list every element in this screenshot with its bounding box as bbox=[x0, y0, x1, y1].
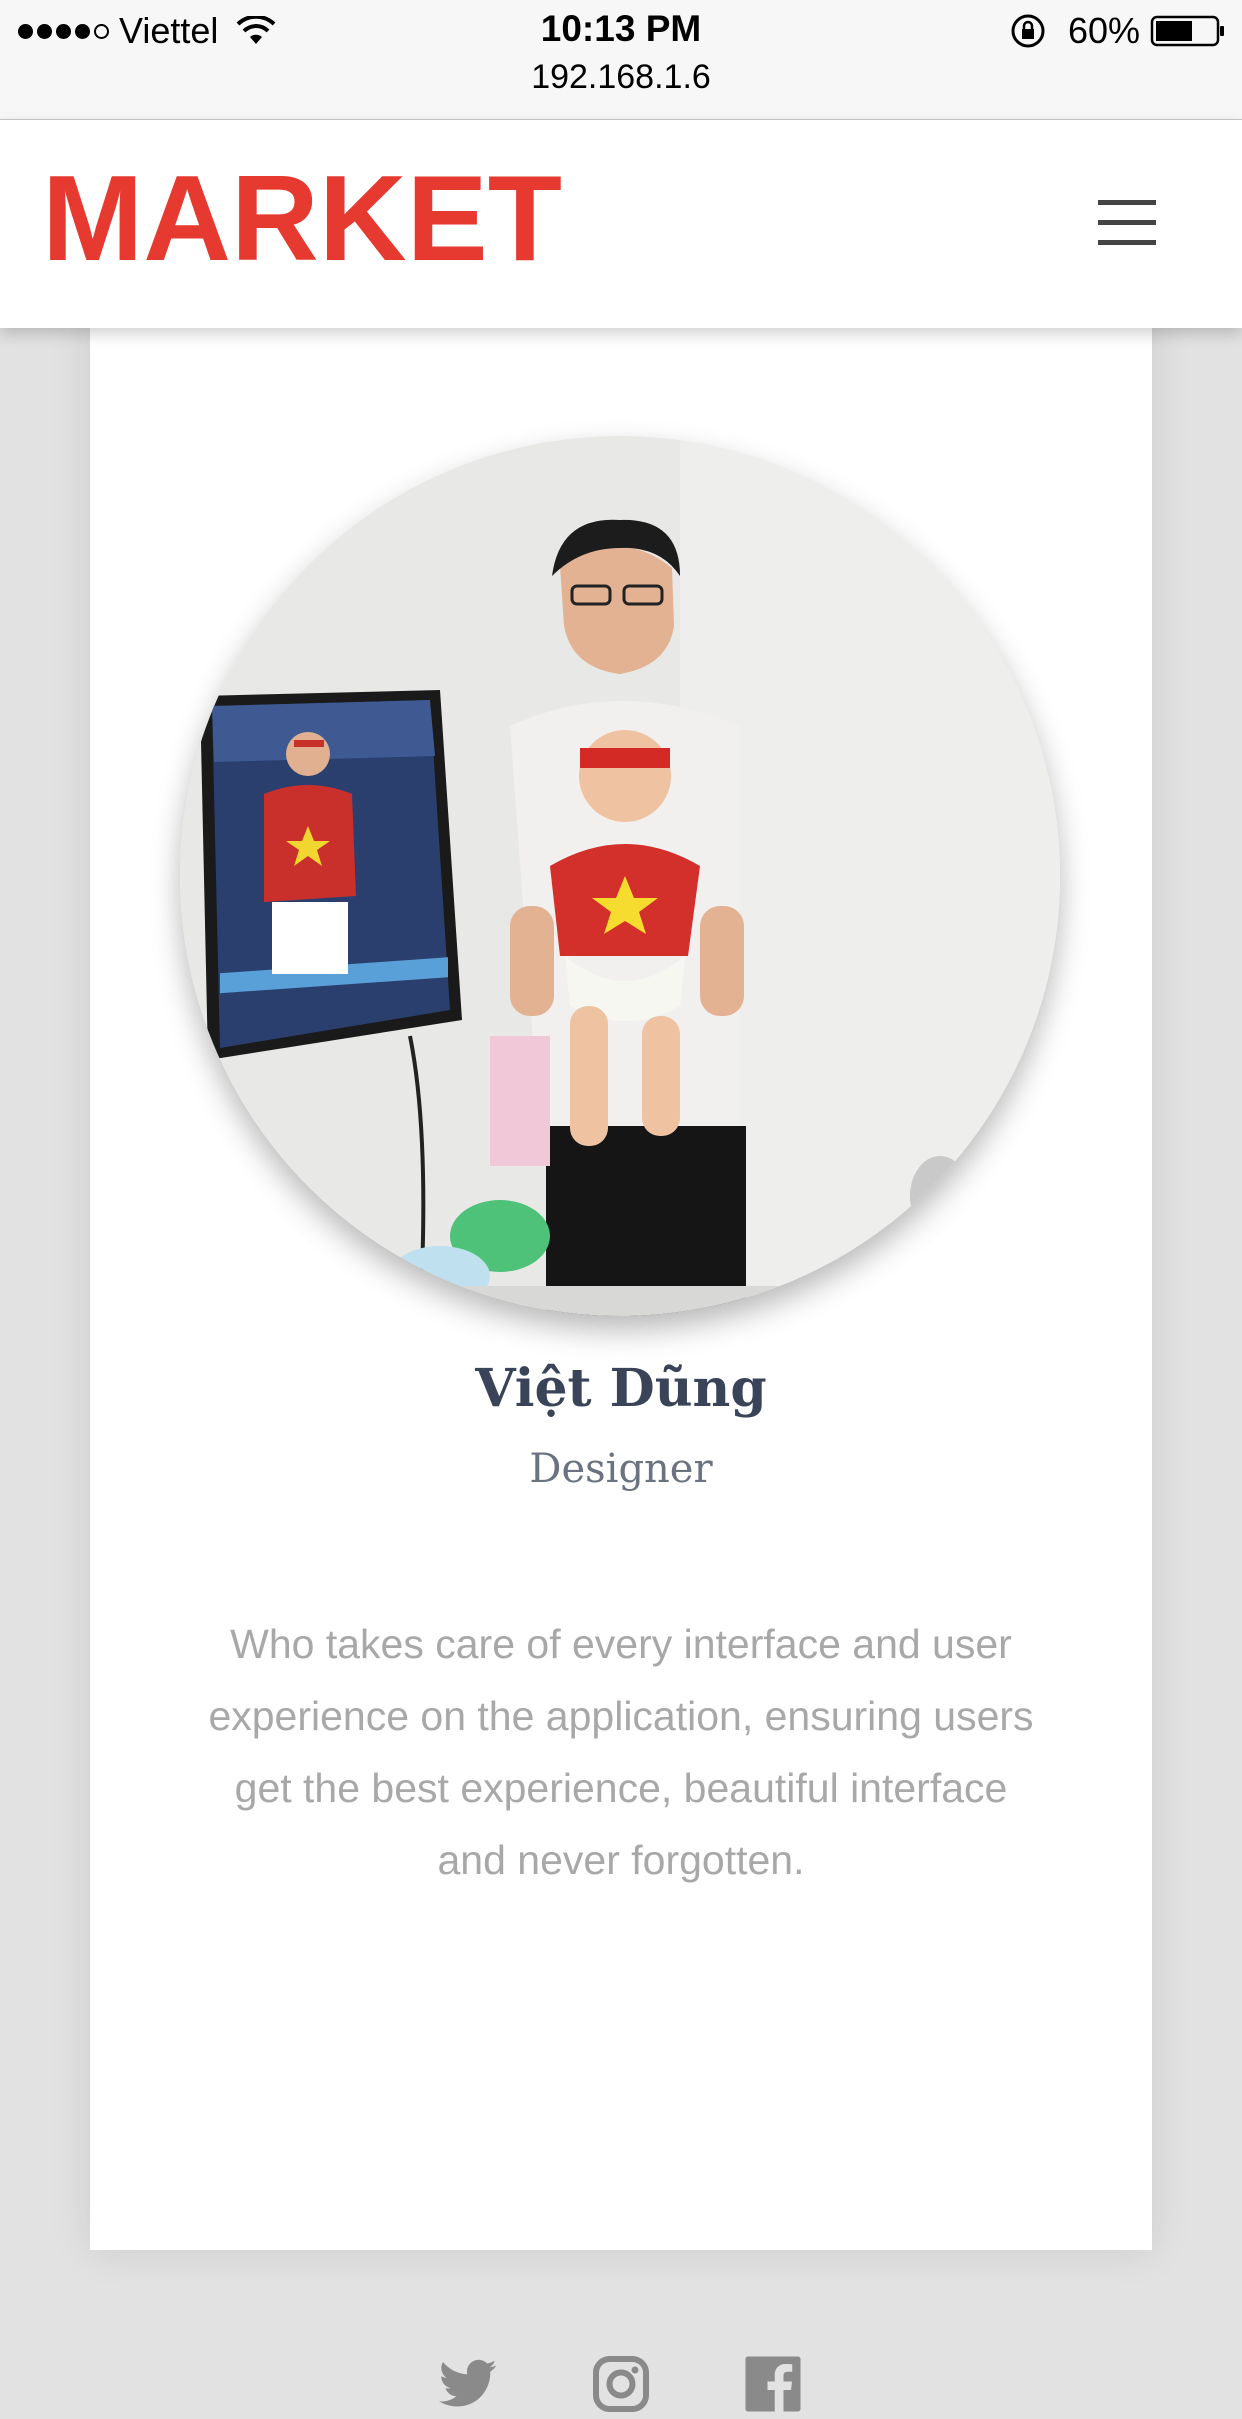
status-bar: Viettel 10:13 PM 192.168.1.6 60% bbox=[0, 0, 1242, 120]
hamburger-menu-icon[interactable] bbox=[1098, 200, 1156, 246]
profile-photo bbox=[180, 436, 1060, 1316]
battery-info: 60% bbox=[1010, 10, 1226, 52]
site-header: MARKET bbox=[0, 120, 1242, 328]
profile-card: Việt Dũng Designer Who takes care of eve… bbox=[90, 300, 1152, 2412]
facebook-icon[interactable] bbox=[743, 2354, 803, 2414]
instagram-icon[interactable] bbox=[591, 2354, 651, 2414]
member-role: Designer bbox=[529, 1446, 713, 1492]
social-links bbox=[90, 2354, 1152, 2414]
twitter-icon[interactable] bbox=[439, 2354, 499, 2414]
battery-icon bbox=[1150, 15, 1224, 47]
logo-text: MARKET bbox=[42, 160, 562, 272]
member-bio: Who takes care of every interface and us… bbox=[208, 1621, 1034, 1883]
address-bar[interactable]: 192.168.1.6 bbox=[0, 58, 1242, 97]
photo-illustration bbox=[180, 436, 1060, 1316]
market-logo[interactable]: MARKET bbox=[42, 160, 562, 272]
member-name: Việt Dũng bbox=[475, 1358, 767, 1419]
rotation-lock-icon bbox=[1011, 14, 1045, 48]
battery-percent: 60% bbox=[1067, 10, 1140, 51]
